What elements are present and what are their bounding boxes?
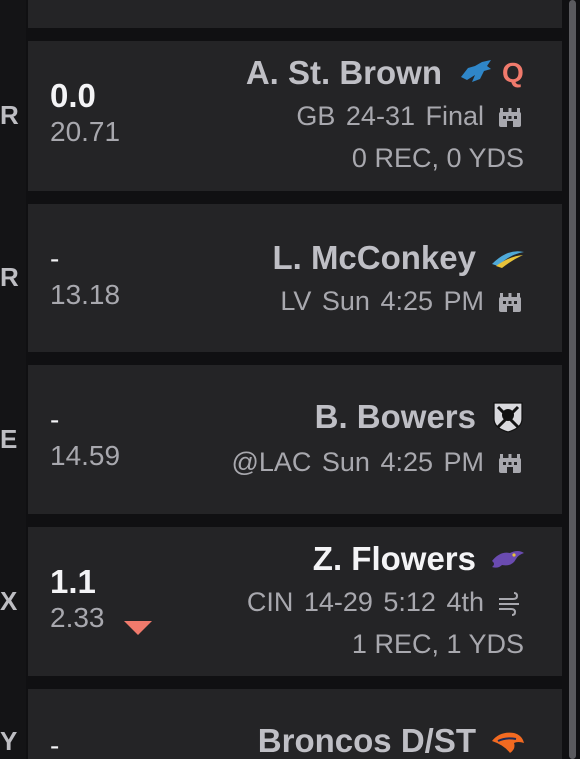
position-label: Y (0, 726, 18, 756)
player-card[interactable]: - 14.59 B. Bowers @LAC Sun 4:25 PM (28, 365, 562, 514)
projected-score: 20.71 (50, 116, 121, 147)
position-label: R (0, 262, 19, 292)
stadium-icon (499, 293, 521, 312)
player-name[interactable]: Broncos D/ST (258, 721, 476, 759)
lions-logo-icon (461, 60, 491, 82)
game-info: CIN 14-29 5:12 4th (246, 587, 484, 617)
position-label: X (0, 586, 18, 616)
actual-score: - (50, 730, 60, 759)
actual-score: 1.1 (50, 563, 96, 600)
player-card[interactable]: 0.0 20.71 A. St. Brown Q GB 24-31 Final … (28, 41, 562, 191)
projected-score: 13.18 (50, 279, 121, 310)
player-name[interactable]: A. St. Brown (246, 53, 442, 93)
player-card-partial[interactable] (28, 0, 562, 28)
down-arrow-icon (124, 621, 152, 635)
player-card[interactable]: - 13.18 L. McConkey LV Sun 4:25 PM (28, 204, 562, 352)
position-label: R (0, 100, 19, 130)
player-card[interactable]: 1.1 2.33 Z. Flowers CIN 14-29 5:12 4th 1… (28, 527, 562, 676)
wind-icon (499, 592, 519, 616)
raiders-logo-icon (493, 402, 523, 433)
game-info: LV Sun 4:25 PM (280, 286, 484, 316)
actual-score: - (50, 243, 60, 274)
player-card[interactable]: - Broncos D/ST (28, 689, 562, 759)
player-name[interactable]: Z. Flowers (313, 539, 476, 579)
stat-line: 0 REC, 0 YDS (351, 143, 524, 173)
scrollbar[interactable] (569, 0, 576, 759)
injury-status-badge: Q (502, 57, 524, 88)
actual-score: - (50, 404, 60, 435)
ravens-logo-icon (492, 551, 524, 568)
stadium-icon (499, 108, 521, 127)
projected-score: 14.59 (50, 440, 121, 471)
player-name[interactable]: B. Bowers (315, 397, 476, 437)
game-info: GB 24-31 Final (296, 101, 484, 131)
chargers-logo-icon (492, 251, 524, 268)
projected-score: 2.33 (50, 602, 105, 633)
stat-line: 1 REC, 1 YDS (351, 629, 524, 659)
player-name[interactable]: L. McConkey (272, 238, 476, 278)
game-info: @LAC Sun 4:25 PM (231, 447, 484, 477)
actual-score: 0.0 (50, 77, 96, 114)
broncos-logo-icon (492, 732, 524, 753)
position-label: E (0, 424, 18, 454)
stadium-icon (499, 454, 521, 473)
